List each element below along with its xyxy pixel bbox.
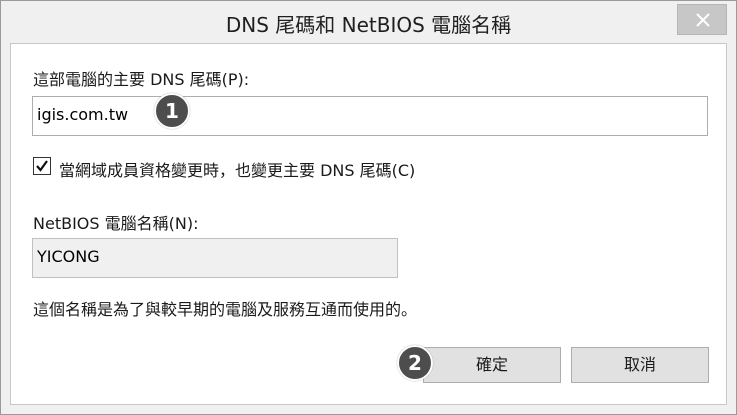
primary-dns-suffix-label: 這部電腦的主要 DNS 尾碼(P):: [33, 70, 250, 89]
compatibility-note: 這個名稱是為了與較早期的電腦及服務互通而使用的。: [33, 300, 418, 319]
cancel-button[interactable]: 取消: [571, 347, 709, 383]
dialog-content: 這部電腦的主要 DNS 尾碼(P): igis.com.tw 當網域成員資格變更…: [10, 43, 727, 405]
close-icon: [696, 13, 710, 27]
netbios-name-field: YICONG: [32, 238, 398, 278]
step-2-badge: 2: [397, 345, 433, 381]
change-suffix-label[interactable]: 當網域成員資格變更時，也變更主要 DNS 尾碼(C): [59, 157, 415, 181]
primary-dns-suffix-input[interactable]: igis.com.tw: [32, 96, 708, 136]
change-suffix-checkbox[interactable]: [33, 157, 51, 175]
netbios-name-label: NetBIOS 電腦名稱(N):: [33, 214, 199, 233]
ok-button[interactable]: 確定: [423, 347, 561, 383]
dialog-title: DNS 尾碼和 NetBIOS 電腦名稱: [225, 13, 512, 37]
title-bar: DNS 尾碼和 NetBIOS 電腦名稱: [1, 1, 736, 43]
checkmark-icon: [36, 160, 48, 172]
step-1-badge: 1: [154, 93, 190, 129]
close-button[interactable]: [677, 4, 727, 35]
dns-suffix-dialog: DNS 尾碼和 NetBIOS 電腦名稱 這部電腦的主要 DNS 尾碼(P): …: [0, 0, 737, 415]
